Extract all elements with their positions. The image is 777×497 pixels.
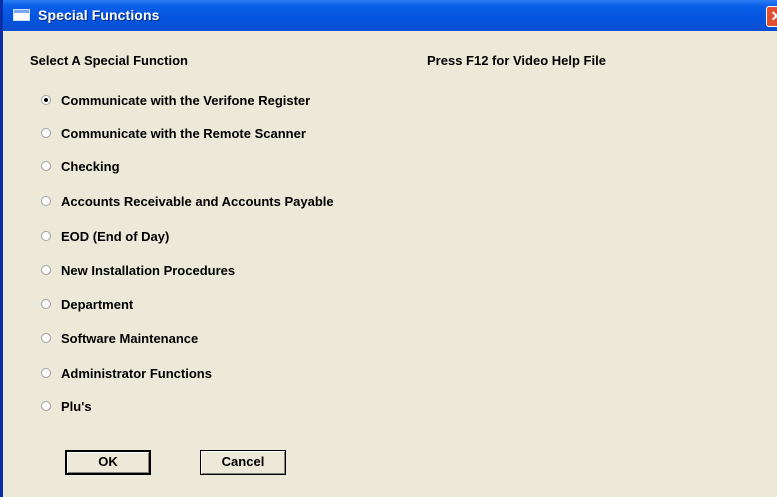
option-label: Communicate with the Verifone Register: [61, 92, 311, 108]
radio-button[interactable]: [41, 368, 51, 378]
radio-button[interactable]: [41, 333, 51, 343]
option-label: Plu's: [61, 398, 92, 414]
option-administrator-functions[interactable]: Administrator Functions: [41, 364, 212, 382]
option-label: Accounts Receivable and Accounts Payable: [61, 193, 334, 209]
option-software-maintenance[interactable]: Software Maintenance: [41, 329, 198, 347]
radio-button[interactable]: [41, 161, 51, 171]
radio-button[interactable]: [41, 128, 51, 138]
radio-button[interactable]: [41, 231, 51, 241]
option-label: Communicate with the Remote Scanner: [61, 125, 306, 141]
close-button[interactable]: ✕: [766, 6, 777, 27]
option-label: EOD (End of Day): [61, 228, 170, 244]
option-label: Administrator Functions: [61, 365, 212, 381]
option-end-of-day[interactable]: EOD (End of Day): [41, 227, 169, 245]
option-remote-scanner[interactable]: Communicate with the Remote Scanner: [41, 124, 306, 142]
radio-button[interactable]: [41, 401, 51, 411]
cancel-button[interactable]: Cancel: [200, 450, 286, 475]
help-hint-text: Press F12 for Video Help File: [427, 53, 606, 68]
ok-button[interactable]: OK: [65, 450, 151, 475]
option-label: Department: [61, 296, 134, 312]
option-department[interactable]: Department: [41, 295, 133, 313]
radio-button[interactable]: [41, 299, 51, 309]
option-label: Software Maintenance: [61, 330, 199, 346]
select-function-heading: Select A Special Function: [30, 53, 188, 68]
radio-button-selected[interactable]: [41, 95, 51, 105]
option-label: Checking: [61, 158, 120, 174]
option-plus[interactable]: Plu's: [41, 397, 92, 415]
radio-button[interactable]: [41, 196, 51, 206]
title-bar[interactable]: Special Functions ✕: [3, 0, 777, 31]
option-verifone-register[interactable]: Communicate with the Verifone Register: [41, 91, 310, 109]
radio-button[interactable]: [41, 265, 51, 275]
option-new-installation[interactable]: New Installation Procedures: [41, 261, 235, 279]
option-label: New Installation Procedures: [61, 262, 236, 278]
window-title: Special Functions: [38, 7, 160, 23]
window-icon: [13, 9, 30, 21]
option-accounts-receivable-payable[interactable]: Accounts Receivable and Accounts Payable: [41, 192, 334, 210]
option-checking[interactable]: Checking: [41, 157, 120, 175]
special-functions-dialog: Special Functions ✕ Select A Special Fun…: [0, 0, 777, 497]
